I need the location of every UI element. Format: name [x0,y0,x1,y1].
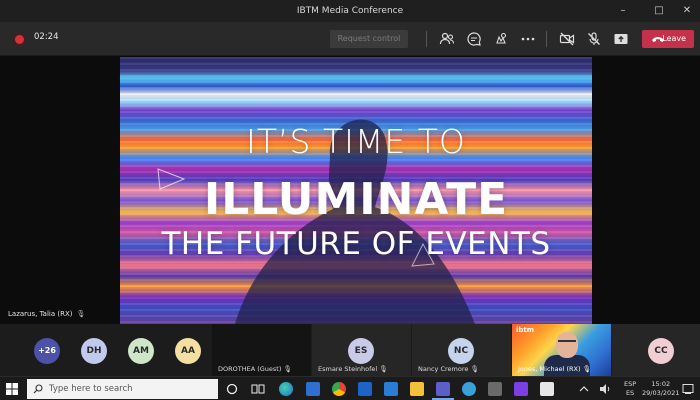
word-icon[interactable] [384,382,398,396]
mic-off-icon: 🎙︎ [76,310,86,318]
participant-tile[interactable]: ES Esmare Steinhofel 🎙︎ [312,324,411,376]
meeting-toolbar: 02:24 Request control Leave [0,22,700,56]
participants-icon[interactable] [439,31,455,47]
participant-tile[interactable]: CC [612,324,700,376]
store-icon[interactable] [306,382,320,396]
participant-tile[interactable]: NC Nancy Cremore 🎙︎ [412,324,511,376]
reactions-icon[interactable] [493,31,509,47]
chat-icon[interactable] [466,31,482,47]
participant-avatar[interactable]: DH [81,338,107,364]
meeting-timer: 02:24 [34,32,59,42]
app-icon-3[interactable] [514,382,528,396]
recording-icon [15,35,24,44]
app-icon-4[interactable] [540,382,554,396]
maximize-button[interactable]: □ [648,0,670,22]
triangle-decoration [157,168,186,190]
speaker-name: Lazarus, Talia (RX) [8,310,73,318]
teams-icon[interactable] [436,382,450,396]
language-indicator[interactable]: ESP ES [624,380,636,398]
request-control-button[interactable]: Request control [330,30,408,48]
app-icon[interactable] [462,382,476,396]
participant-avatar[interactable]: AM [128,338,154,364]
mail-icon[interactable] [358,382,372,396]
participant-avatar[interactable]: AA [175,338,201,364]
more-participants-badge[interactable]: +26 [34,338,60,364]
mic-off-icon[interactable] [586,31,602,47]
toolbar-divider [546,31,547,47]
participant-name: Esmare Steinhofel 🎙︎ [318,365,388,373]
slide-line-1: IT’S TIME TO [246,122,466,161]
shared-screen: IT’S TIME TO ILLUMINATE THE FUTURE OF EV… [120,57,592,324]
app-icon-2[interactable] [488,382,502,396]
meeting-stage: IT’S TIME TO ILLUMINATE THE FUTURE OF EV… [0,57,700,324]
notification-icon[interactable] [682,383,694,395]
search-placeholder: Type here to search [49,384,133,394]
participant-avatar: CC [648,338,674,364]
window-title: IBTM Media Conference [296,6,404,16]
ibtm-logo: ibtm [516,326,535,334]
minimize-button[interactable]: – [612,0,634,22]
participant-name: Nancy Cremore 🎙︎ [418,365,479,373]
task-view-icon-2[interactable] [251,382,265,396]
mic-off-icon: 🎙︎ [379,365,388,373]
chrome-icon[interactable] [332,382,346,396]
leave-label: Leave [662,34,686,43]
mic-off-icon: 🎙︎ [470,365,479,373]
taskbar-search-input[interactable]: Type here to search [27,379,218,399]
participant-name: DOROTHEA (Guest) 🎙︎ [218,365,292,373]
hangup-icon [652,37,664,42]
title-bar: IBTM Media Conference – □ ✕ [0,0,700,22]
windows-taskbar: Type here to search ESP ES 15:02 29/03/202… [0,376,700,400]
triangle-decoration [411,242,435,267]
share-tray-icon[interactable] [613,31,629,47]
glasses [558,340,576,344]
system-tray-chevron-icon[interactable] [577,382,591,396]
search-icon [33,384,43,394]
close-button[interactable]: ✕ [676,0,698,22]
slide-line-3: THE FUTURE OF EVENTS [161,226,551,262]
taskbar-clock[interactable]: 15:02 29/03/2021 [642,380,679,398]
leave-button[interactable]: Leave [642,30,694,48]
participant-video-tile[interactable]: ibtm Jones, Michael (RX) 🎙︎ [512,324,611,376]
more-options-icon[interactable] [520,31,536,47]
participant-avatar: ES [348,338,374,364]
start-icon[interactable] [6,383,18,395]
explorer-icon[interactable] [410,382,424,396]
speaker-name-label: Lazarus, Talia (RX) 🎙︎ [8,310,85,318]
participant-tile[interactable]: DOROTHEA (Guest) 🎙︎ [212,324,311,376]
mic-off-icon: 🎙︎ [582,365,591,373]
camera-off-icon[interactable] [559,31,575,47]
participant-head [556,332,578,358]
toolbar-divider [426,31,427,47]
mic-off-icon: 🎙︎ [283,365,292,373]
edge-icon[interactable] [279,382,293,396]
volume-icon[interactable] [598,382,612,396]
participant-name: Jones, Michael (RX) 🎙︎ [518,365,591,373]
task-view-icon[interactable] [225,382,239,396]
participant-avatar: NC [448,338,474,364]
slide-line-2: ILLUMINATE [203,174,509,225]
teams-window: IBTM Media Conference – □ ✕ 02:24 Reques… [0,0,700,400]
